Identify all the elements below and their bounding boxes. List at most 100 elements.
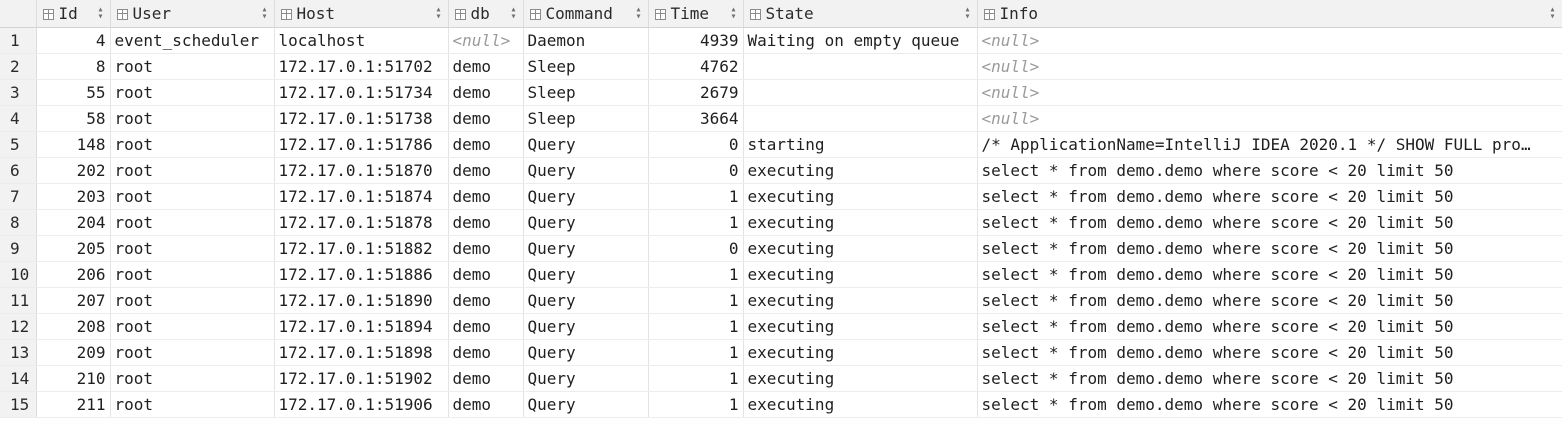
cell-host[interactable]: 172.17.0.1:51894 xyxy=(274,313,449,340)
sort-icon[interactable]: ▴ ▾ xyxy=(510,5,516,22)
cell-info[interactable]: <null> xyxy=(977,105,1562,132)
cell-info[interactable]: <null> xyxy=(977,27,1562,54)
cell-host[interactable]: 172.17.0.1:51878 xyxy=(274,209,449,236)
cell-db[interactable]: demo xyxy=(448,261,524,288)
cell-id[interactable]: 208 xyxy=(36,313,111,340)
cell-time[interactable]: 1 xyxy=(648,183,744,210)
cell-host[interactable]: 172.17.0.1:51898 xyxy=(274,339,449,366)
row-number[interactable]: 1 xyxy=(0,27,37,54)
table-row[interactable]: 1 4 event_scheduler localhost <null> Daemon 49… xyxy=(0,27,1562,54)
cell-host[interactable]: 172.17.0.1:51786 xyxy=(274,131,449,158)
cell-db[interactable]: demo xyxy=(448,313,524,340)
cell-id[interactable]: 202 xyxy=(36,157,111,184)
table-row[interactable]: 7 203 root 172.17.0.1:51874 demo Query 1 execut… xyxy=(0,183,1562,210)
cell-command[interactable]: Query xyxy=(523,313,649,340)
cell-host[interactable]: 172.17.0.1:51890 xyxy=(274,287,449,314)
cell-db[interactable]: demo xyxy=(448,183,524,210)
table-row[interactable]: 14 210 root 172.17.0.1:51902 demo Query 1 execu… xyxy=(0,365,1562,392)
cell-time[interactable]: 1 xyxy=(648,313,744,340)
cell-info[interactable]: select * from demo.demo where score < 20… xyxy=(977,261,1562,288)
cell-host[interactable]: 172.17.0.1:51902 xyxy=(274,365,449,392)
cell-id[interactable]: 210 xyxy=(36,365,111,392)
row-number[interactable]: 10 xyxy=(0,261,37,288)
cell-host[interactable]: 172.17.0.1:51702 xyxy=(274,53,449,80)
cell-state[interactable]: executing xyxy=(743,287,978,314)
cell-state[interactable]: executing xyxy=(743,391,978,418)
table-row[interactable]: 11 207 root 172.17.0.1:51890 demo Query 1 execu… xyxy=(0,287,1562,314)
cell-host[interactable]: 172.17.0.1:51738 xyxy=(274,105,449,132)
column-header-id[interactable]: Id ▴ ▾ xyxy=(36,0,111,28)
cell-time[interactable]: 3664 xyxy=(648,105,744,132)
table-row[interactable]: 13 209 root 172.17.0.1:51898 demo Query 1 execu… xyxy=(0,339,1562,366)
row-number[interactable]: 4 xyxy=(0,105,37,132)
row-number[interactable]: 6 xyxy=(0,157,37,184)
sort-icon[interactable]: ▴ ▾ xyxy=(730,5,736,22)
cell-state[interactable]: executing xyxy=(743,313,978,340)
cell-id[interactable]: 209 xyxy=(36,339,111,366)
cell-db[interactable]: demo xyxy=(448,365,524,392)
cell-time[interactable]: 4762 xyxy=(648,53,744,80)
cell-info[interactable]: select * from demo.demo where score < 20… xyxy=(977,287,1562,314)
cell-time[interactable]: 0 xyxy=(648,131,744,158)
cell-info[interactable]: select * from demo.demo where score < 20… xyxy=(977,313,1562,340)
cell-db[interactable]: demo xyxy=(448,105,524,132)
column-header-command[interactable]: Command ▴ ▾ xyxy=(523,0,649,28)
cell-db[interactable]: demo xyxy=(448,391,524,418)
cell-info[interactable]: select * from demo.demo where score < 20… xyxy=(977,183,1562,210)
cell-time[interactable]: 0 xyxy=(648,157,744,184)
cell-info[interactable]: select * from demo.demo where score < 20… xyxy=(977,157,1562,184)
row-number[interactable]: 12 xyxy=(0,313,37,340)
cell-user[interactable]: event_scheduler xyxy=(110,27,275,54)
cell-info[interactable]: select * from demo.demo where score < 20… xyxy=(977,365,1562,392)
cell-id[interactable]: 148 xyxy=(36,131,111,158)
cell-state[interactable] xyxy=(743,105,978,132)
cell-command[interactable]: Sleep xyxy=(523,53,649,80)
column-header-time[interactable]: Time ▴ ▾ xyxy=(648,0,744,28)
cell-user[interactable]: root xyxy=(110,235,275,262)
cell-user[interactable]: root xyxy=(110,79,275,106)
cell-user[interactable]: root xyxy=(110,131,275,158)
cell-command[interactable]: Query xyxy=(523,391,649,418)
row-number[interactable]: 13 xyxy=(0,339,37,366)
table-row[interactable]: 4 58 root 172.17.0.1:51738 demo Sleep 3664 <nul… xyxy=(0,105,1562,132)
cell-user[interactable]: root xyxy=(110,391,275,418)
cell-state[interactable]: executing xyxy=(743,183,978,210)
cell-command[interactable]: Query xyxy=(523,261,649,288)
row-number[interactable]: 3 xyxy=(0,79,37,106)
row-number-header[interactable] xyxy=(0,0,37,28)
cell-command[interactable]: Query xyxy=(523,131,649,158)
cell-host[interactable]: 172.17.0.1:51870 xyxy=(274,157,449,184)
table-row[interactable]: 15 211 root 172.17.0.1:51906 demo Query 1 execu… xyxy=(0,391,1562,418)
row-number[interactable]: 14 xyxy=(0,365,37,392)
row-number[interactable]: 8 xyxy=(0,209,37,236)
table-row[interactable]: 10 206 root 172.17.0.1:51886 demo Query 1 execu… xyxy=(0,261,1562,288)
cell-db[interactable]: demo xyxy=(448,53,524,80)
cell-time[interactable]: 1 xyxy=(648,287,744,314)
cell-host[interactable]: 172.17.0.1:51886 xyxy=(274,261,449,288)
cell-time[interactable]: 1 xyxy=(648,391,744,418)
table-row[interactable]: 8 204 root 172.17.0.1:51878 demo Query 1 execut… xyxy=(0,209,1562,236)
cell-user[interactable]: root xyxy=(110,53,275,80)
cell-command[interactable]: Query xyxy=(523,339,649,366)
table-row[interactable]: 2 8 root 172.17.0.1:51702 demo Sleep 4762 <null… xyxy=(0,53,1562,80)
cell-user[interactable]: root xyxy=(110,209,275,236)
cell-info[interactable]: <null> xyxy=(977,79,1562,106)
cell-host[interactable]: 172.17.0.1:51874 xyxy=(274,183,449,210)
cell-state[interactable]: executing xyxy=(743,339,978,366)
cell-id[interactable]: 203 xyxy=(36,183,111,210)
cell-db[interactable]: demo xyxy=(448,131,524,158)
cell-state[interactable]: executing xyxy=(743,209,978,236)
cell-time[interactable]: 1 xyxy=(648,365,744,392)
sort-icon[interactable]: ▴ ▾ xyxy=(635,5,641,22)
cell-command[interactable]: Query xyxy=(523,235,649,262)
cell-state[interactable]: executing xyxy=(743,157,978,184)
column-header-info[interactable]: Info ▴ ▾ xyxy=(977,0,1562,28)
column-header-db[interactable]: db ▴ ▾ xyxy=(448,0,524,28)
cell-time[interactable]: 1 xyxy=(648,209,744,236)
cell-id[interactable]: 204 xyxy=(36,209,111,236)
cell-info[interactable]: select * from demo.demo where score < 20… xyxy=(977,339,1562,366)
cell-user[interactable]: root xyxy=(110,261,275,288)
cell-id[interactable]: 211 xyxy=(36,391,111,418)
cell-host[interactable]: 172.17.0.1:51906 xyxy=(274,391,449,418)
cell-state[interactable]: starting xyxy=(743,131,978,158)
